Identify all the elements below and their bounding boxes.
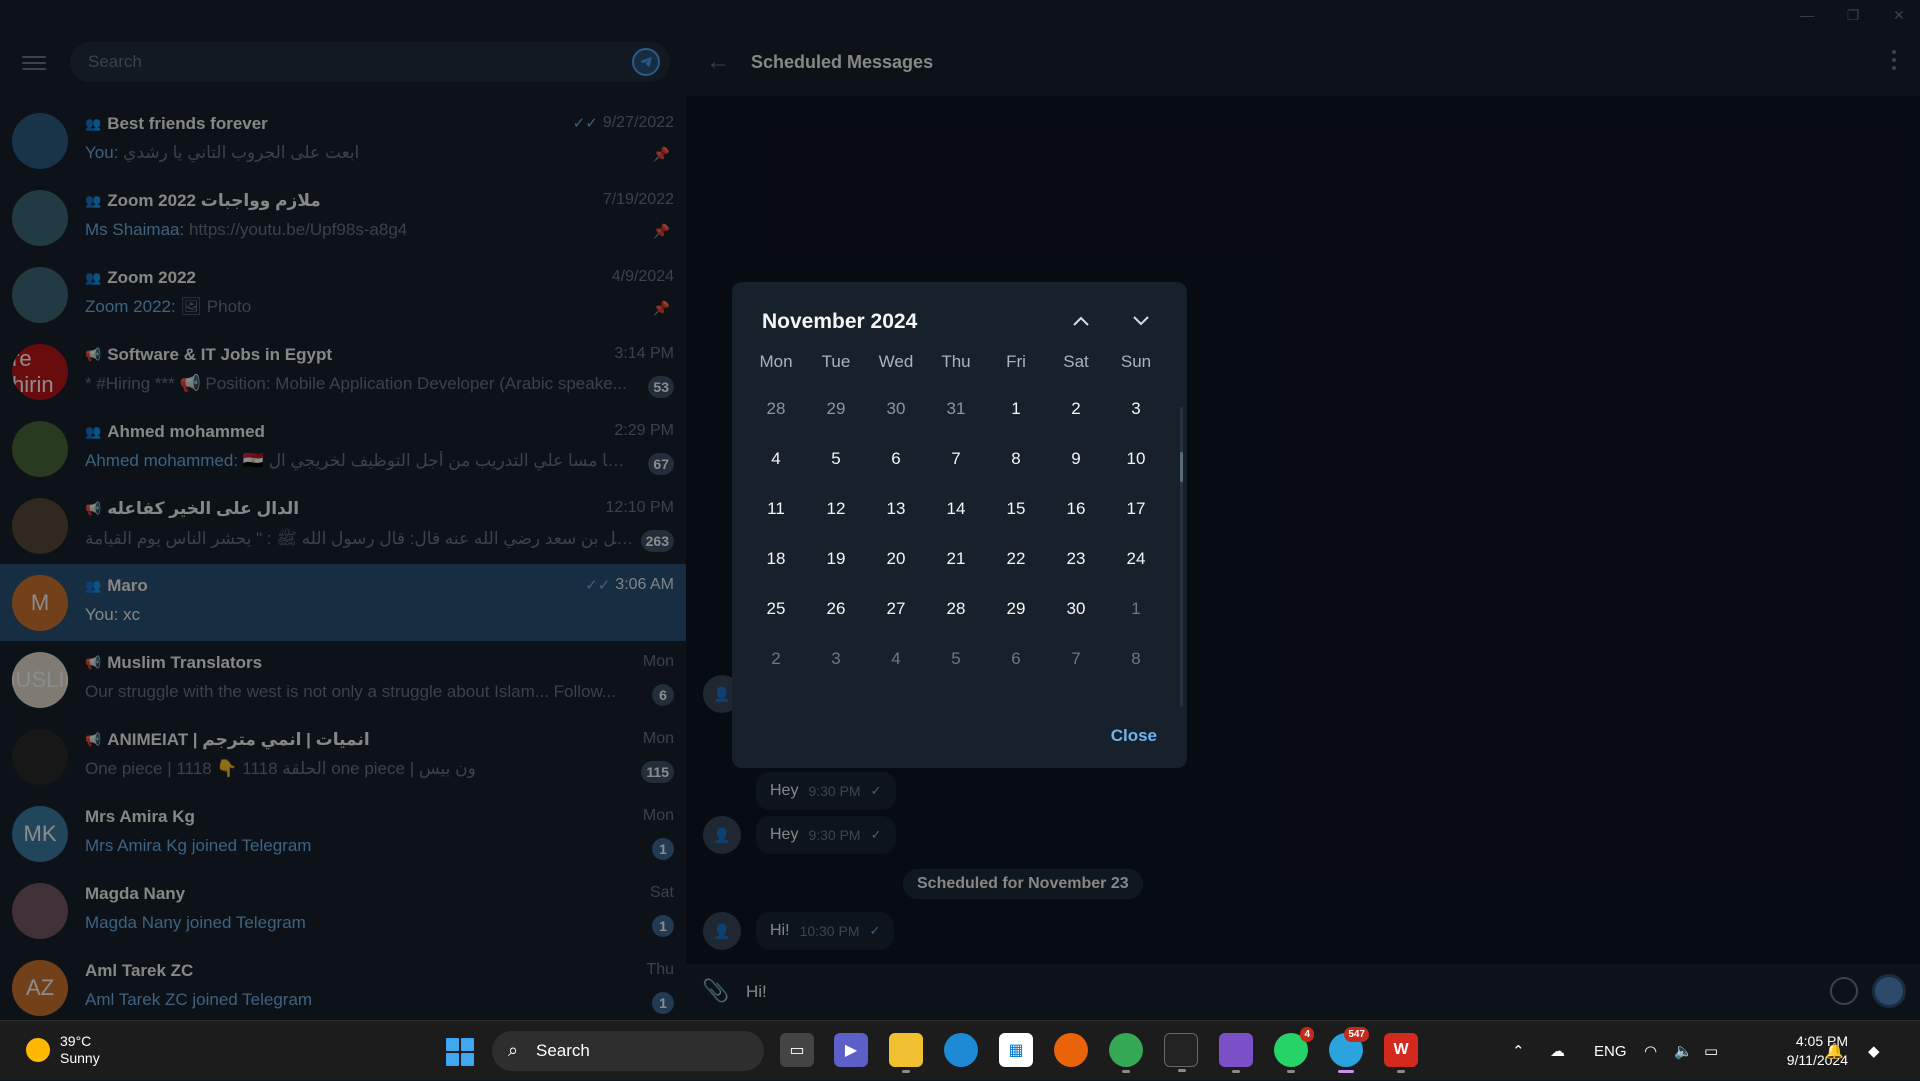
calendar-day: 31 bbox=[946, 399, 966, 418]
calendar-day: 3 bbox=[831, 649, 841, 668]
onedrive-cloud-icon[interactable]: ☁ bbox=[1550, 1021, 1565, 1081]
calendar-day[interactable]: 23 bbox=[1046, 534, 1106, 584]
notification-bell-icon[interactable]: 🔔 bbox=[1825, 1021, 1844, 1081]
calendar-day: 29 bbox=[826, 399, 846, 418]
weekday-label: Fri bbox=[1006, 352, 1026, 371]
chevron-up-icon[interactable] bbox=[1064, 304, 1098, 338]
calendar-day[interactable]: 3 bbox=[1106, 384, 1166, 434]
weekday-label: Mon bbox=[759, 352, 793, 371]
file-explorer-icon[interactable] bbox=[889, 1033, 923, 1073]
calendar-day[interactable]: 8 bbox=[986, 434, 1046, 484]
weekday-label: Tue bbox=[821, 352, 851, 371]
copilot-icon[interactable]: ◆ bbox=[1868, 1021, 1880, 1081]
calendar-dialog: November 2024 Mon Tue Wed Thu Fri Sat Sun 28 29… bbox=[732, 282, 1187, 768]
telegram-badge: 547 bbox=[1344, 1027, 1369, 1042]
calendar-day[interactable]: 13 bbox=[866, 484, 926, 534]
language-indicator[interactable]: ENG bbox=[1594, 1021, 1627, 1081]
calendar-day: 2 bbox=[771, 649, 781, 668]
calendar-day[interactable]: 19 bbox=[806, 534, 866, 584]
calendar-day[interactable]: 6 bbox=[866, 434, 926, 484]
windows-start-icon[interactable] bbox=[446, 1038, 474, 1066]
weather-condition: Sunny bbox=[60, 1050, 100, 1066]
chevron-up-tray-icon[interactable]: ⌃ bbox=[1512, 1021, 1525, 1081]
weekday-label: Wed bbox=[878, 352, 914, 371]
edge-icon[interactable] bbox=[944, 1033, 978, 1067]
telegram-icon[interactable]: 547 bbox=[1329, 1027, 1369, 1073]
calendar-day: 7 bbox=[1071, 649, 1081, 668]
calendar-day: 5 bbox=[951, 649, 961, 668]
calendar-days: 28 29 30 31 1 2 3 4 5 6 7 8 9 10 11 12 13 14 15 16 17 18 19 20 2… bbox=[746, 384, 1166, 684]
calendar-day[interactable]: 9 bbox=[1046, 434, 1106, 484]
calendar-day[interactable]: 17 bbox=[1106, 484, 1166, 534]
calendar-day[interactable]: 21 bbox=[926, 534, 986, 584]
whatsapp-badge: 4 bbox=[1300, 1027, 1314, 1042]
volume-icon[interactable]: 🔈 bbox=[1674, 1021, 1693, 1081]
calendar-day[interactable]: 2 bbox=[1046, 384, 1106, 434]
calendar-day[interactable]: 29 bbox=[986, 584, 1046, 634]
calendar-day: 4 bbox=[891, 649, 901, 668]
calendar-day[interactable]: 25 bbox=[746, 584, 806, 634]
calendar-day: 30 bbox=[886, 399, 906, 418]
calendar-day[interactable]: 15 bbox=[986, 484, 1046, 534]
wps-office-icon[interactable]: W bbox=[1384, 1033, 1418, 1073]
visual-studio-icon[interactable] bbox=[1219, 1033, 1253, 1073]
teams-chat-icon[interactable]: ▶ bbox=[834, 1033, 868, 1067]
terminal-app-icon[interactable] bbox=[1164, 1033, 1198, 1072]
temperature: 39°C bbox=[60, 1033, 92, 1049]
sun-icon bbox=[26, 1038, 50, 1062]
calendar-day[interactable]: 4 bbox=[746, 434, 806, 484]
calendar-day[interactable]: 5 bbox=[806, 434, 866, 484]
whatsapp-icon[interactable]: 4 bbox=[1274, 1027, 1314, 1073]
calendar-day: 6 bbox=[1011, 649, 1021, 668]
calendar-day[interactable]: 26 bbox=[806, 584, 866, 634]
weekday-label: Sat bbox=[1063, 352, 1089, 371]
chevron-down-icon[interactable] bbox=[1124, 304, 1158, 338]
calendar-day[interactable]: 1 bbox=[986, 384, 1046, 434]
chrome-icon[interactable] bbox=[1109, 1033, 1143, 1073]
calendar-weekdays: Mon Tue Wed Thu Fri Sat Sun bbox=[746, 352, 1166, 372]
calendar-day[interactable]: 12 bbox=[806, 484, 866, 534]
calendar-day[interactable]: 22 bbox=[986, 534, 1046, 584]
calendar-day[interactable]: 20 bbox=[866, 534, 926, 584]
calendar-day[interactable]: 18 bbox=[746, 534, 806, 584]
calendar-day[interactable]: 27 bbox=[866, 584, 926, 634]
calendar-day[interactable]: 7 bbox=[926, 434, 986, 484]
taskbar-search-input[interactable] bbox=[536, 1039, 686, 1063]
close-button[interactable]: Close bbox=[1111, 726, 1157, 746]
taskbar-search[interactable]: ⌕ bbox=[492, 1031, 764, 1071]
weekday-label: Sun bbox=[1120, 352, 1152, 371]
calendar-day: 28 bbox=[766, 399, 786, 418]
calendar-scrollbar[interactable] bbox=[1180, 407, 1183, 707]
calendar-day[interactable]: 24 bbox=[1106, 534, 1166, 584]
search-icon: ⌕ bbox=[508, 1040, 519, 1060]
calendar-day: 1 bbox=[1131, 599, 1141, 618]
weekday-label: Thu bbox=[941, 352, 971, 371]
calendar-day[interactable]: 30 bbox=[1046, 584, 1106, 634]
firefox-icon[interactable] bbox=[1054, 1033, 1088, 1067]
calendar-day[interactable]: 16 bbox=[1046, 484, 1106, 534]
calendar-day[interactable]: 11 bbox=[746, 484, 806, 534]
calendar-day[interactable]: 10 bbox=[1106, 434, 1166, 484]
calendar-day[interactable]: 28 bbox=[926, 584, 986, 634]
calendar-day[interactable]: 14 bbox=[926, 484, 986, 534]
calendar-month-title: November 2024 bbox=[762, 310, 918, 333]
battery-icon[interactable]: ▭ bbox=[1704, 1021, 1718, 1081]
weather-widget[interactable]: 39°C Sunny bbox=[26, 1033, 100, 1067]
calendar-day: 8 bbox=[1131, 649, 1141, 668]
task-view-icon[interactable]: ▭ bbox=[780, 1033, 814, 1067]
wifi-icon[interactable]: ◠ bbox=[1644, 1021, 1657, 1081]
taskbar: 39°C Sunny ⌕ ▭ ▶ ▦ 4 547 W ⌃ ☁ ENG ◠ 🔈 ▭… bbox=[0, 1020, 1920, 1080]
microsoft-store-icon[interactable]: ▦ bbox=[999, 1033, 1033, 1067]
